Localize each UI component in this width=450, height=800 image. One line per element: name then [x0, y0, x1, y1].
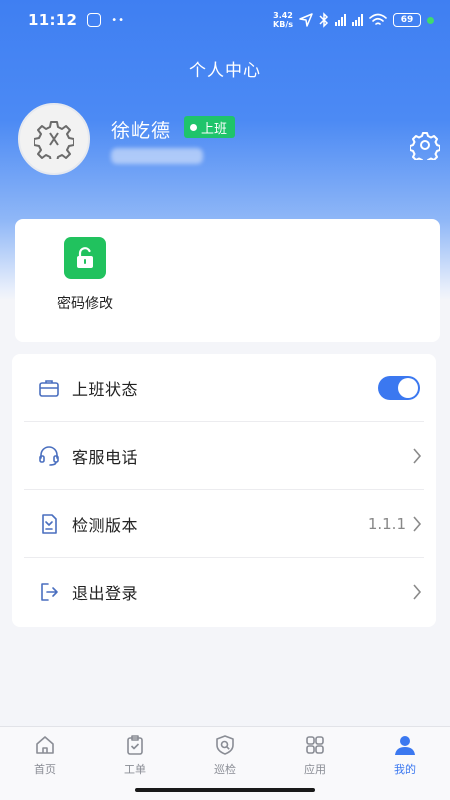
- signal-icon-2: [352, 14, 363, 26]
- page-title: 个人中心: [189, 61, 261, 81]
- menu-item-right: [412, 447, 422, 465]
- menu-item-right: [412, 583, 422, 601]
- quick-action-label: 密码修改: [57, 296, 113, 312]
- status-right: 3.42 KB/s 69: [273, 11, 434, 29]
- clipboard-check-icon: [123, 733, 147, 757]
- menu-card: 上班状态 客服电话 检测版本 1.1.1 退出登录: [12, 354, 436, 627]
- menu-item-right: 1.1.1: [368, 515, 422, 533]
- logout-icon: [36, 579, 62, 605]
- status-badge-dot: [190, 123, 197, 131]
- settings-button[interactable]: [408, 128, 442, 162]
- signal-icon-1: [335, 14, 346, 26]
- screen: 11:12 •• 3.42 KB/s 69 个人中心 徐屹德 上班 密码修改 上…: [0, 0, 450, 800]
- tab-label: 我的: [394, 763, 416, 776]
- wifi-icon: [369, 13, 387, 25]
- tab-label: 应用: [304, 763, 326, 776]
- tab-label: 工单: [124, 763, 146, 776]
- status-badge: 上班: [184, 116, 236, 138]
- chevron-right-icon: [413, 448, 422, 464]
- tab-home[interactable]: 首页: [0, 727, 90, 800]
- chevron-right-icon: [413, 584, 422, 600]
- shield-search-icon: [213, 733, 237, 757]
- gear-icon: [410, 132, 440, 160]
- menu-item-check-version[interactable]: 检测版本 1.1.1: [24, 490, 436, 558]
- menu-item-logout[interactable]: 退出登录: [24, 558, 436, 626]
- home-icon: [33, 733, 57, 757]
- tab-mine[interactable]: 我的: [360, 727, 450, 800]
- user-icon: [393, 733, 417, 757]
- user-name: 徐屹德: [111, 120, 172, 142]
- menu-item-label: 退出登录: [72, 584, 139, 603]
- menu-item-label: 上班状态: [72, 380, 139, 399]
- status-bar: 11:12 •• 3.42 KB/s 69: [0, 0, 450, 40]
- privacy-indicator-dot: [427, 16, 434, 24]
- status-badge-label: 上班: [201, 121, 228, 137]
- tab-label: 巡检: [214, 763, 236, 776]
- headset-icon: [36, 443, 62, 469]
- version-value: 1.1.1: [367, 515, 406, 533]
- network-speed-value: 3.42: [273, 11, 293, 20]
- status-left: 11:12 ••: [28, 11, 125, 29]
- download-doc-icon: [36, 511, 62, 537]
- quick-actions-card: 密码修改: [15, 219, 440, 342]
- battery-icon: 69: [393, 13, 421, 27]
- toggle-knob: [398, 378, 418, 398]
- chevron-right-icon: [413, 516, 422, 532]
- work-status-toggle[interactable]: [378, 376, 420, 400]
- status-dots: ••: [111, 14, 126, 26]
- notification-app-icon: [87, 13, 102, 27]
- apps-grid-icon: [303, 733, 327, 757]
- briefcase-icon: [36, 375, 62, 401]
- avatar-placeholder-icon: [34, 121, 74, 159]
- menu-item-label: 检测版本: [72, 516, 139, 535]
- menu-item-label: 客服电话: [72, 448, 139, 467]
- bluetooth-icon: [319, 12, 329, 28]
- home-indicator[interactable]: [135, 788, 315, 792]
- battery-level: 69: [400, 15, 414, 25]
- menu-item-customer-service[interactable]: 客服电话: [24, 422, 436, 490]
- unlock-icon: [64, 237, 106, 279]
- network-speed: 3.42 KB/s: [273, 11, 293, 29]
- status-time: 11:12: [28, 11, 78, 29]
- location-icon: [299, 13, 313, 27]
- tab-label: 首页: [34, 763, 56, 776]
- network-speed-unit: KB/s: [273, 20, 293, 29]
- menu-item-work-status: 上班状态: [24, 354, 436, 422]
- phone-number-blurred: [111, 148, 203, 164]
- avatar[interactable]: [18, 103, 90, 175]
- quick-action-change-password[interactable]: 密码修改: [55, 237, 115, 313]
